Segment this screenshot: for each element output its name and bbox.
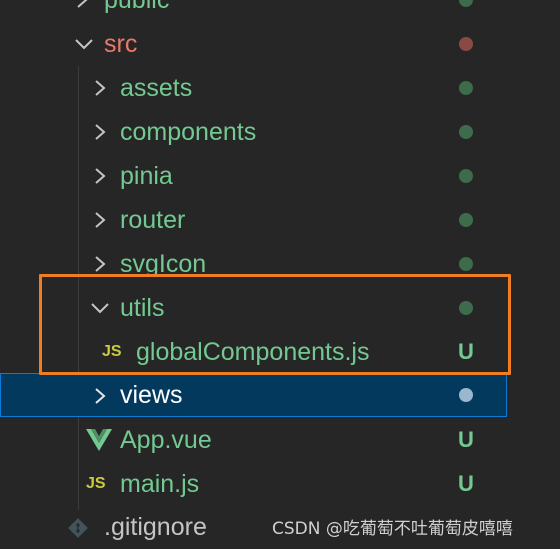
tree-item-label: components (120, 118, 257, 146)
tree-item-label: pinia (120, 162, 173, 190)
git-icon (68, 518, 88, 538)
git-status-dot (459, 213, 473, 227)
vue-icon (86, 429, 112, 453)
tree-item-public[interactable]: public (0, 0, 560, 22)
chevron-right-icon (90, 110, 110, 154)
tree-item-label: .gitignore (104, 513, 207, 541)
chevron-right-icon (72, 0, 92, 22)
tree-item-assets[interactable]: assets (0, 66, 560, 110)
git-status-dot (459, 257, 473, 271)
git-status-dot (459, 37, 473, 51)
git-status-dot (459, 125, 473, 139)
tree-item-src[interactable]: src (0, 22, 560, 66)
tree-item-pinia[interactable]: pinia (0, 154, 560, 198)
chevron-right-icon (90, 154, 110, 198)
js-file-icon: JS (86, 475, 106, 492)
chevron-right-icon (90, 374, 110, 418)
untracked-badge: U (458, 427, 474, 452)
tree-item-views[interactable]: views (0, 373, 507, 417)
tree-item-label: src (104, 30, 138, 58)
untracked-badge: U (458, 471, 474, 496)
tree-item-app-vue[interactable]: App.vue U (0, 418, 560, 462)
git-status-dot (459, 169, 473, 183)
watermark: CSDN @吃葡萄不吐葡萄皮嘻嘻 (272, 519, 513, 539)
git-status-dot (459, 0, 473, 7)
tree-item-label: views (120, 381, 183, 409)
file-explorer: { "colors": { "background": "#262626", "… (0, 0, 560, 546)
tree-item-label: App.vue (120, 426, 212, 454)
chevron-right-icon (90, 66, 110, 110)
tree-item-main-js[interactable]: JS main.js U (0, 462, 560, 506)
tree-item-label: router (120, 206, 186, 234)
git-status-dot (459, 81, 473, 95)
tree-item-label: main.js (120, 470, 200, 498)
tree-item-components[interactable]: components (0, 110, 560, 154)
chevron-down-icon (72, 22, 93, 66)
git-status-dot (459, 388, 473, 402)
chevron-right-icon (90, 198, 110, 242)
tree-item-label: public (104, 0, 170, 14)
tree-item-router[interactable]: router (0, 198, 560, 242)
highlight-box (39, 274, 511, 375)
tree-item-label: assets (120, 74, 193, 102)
